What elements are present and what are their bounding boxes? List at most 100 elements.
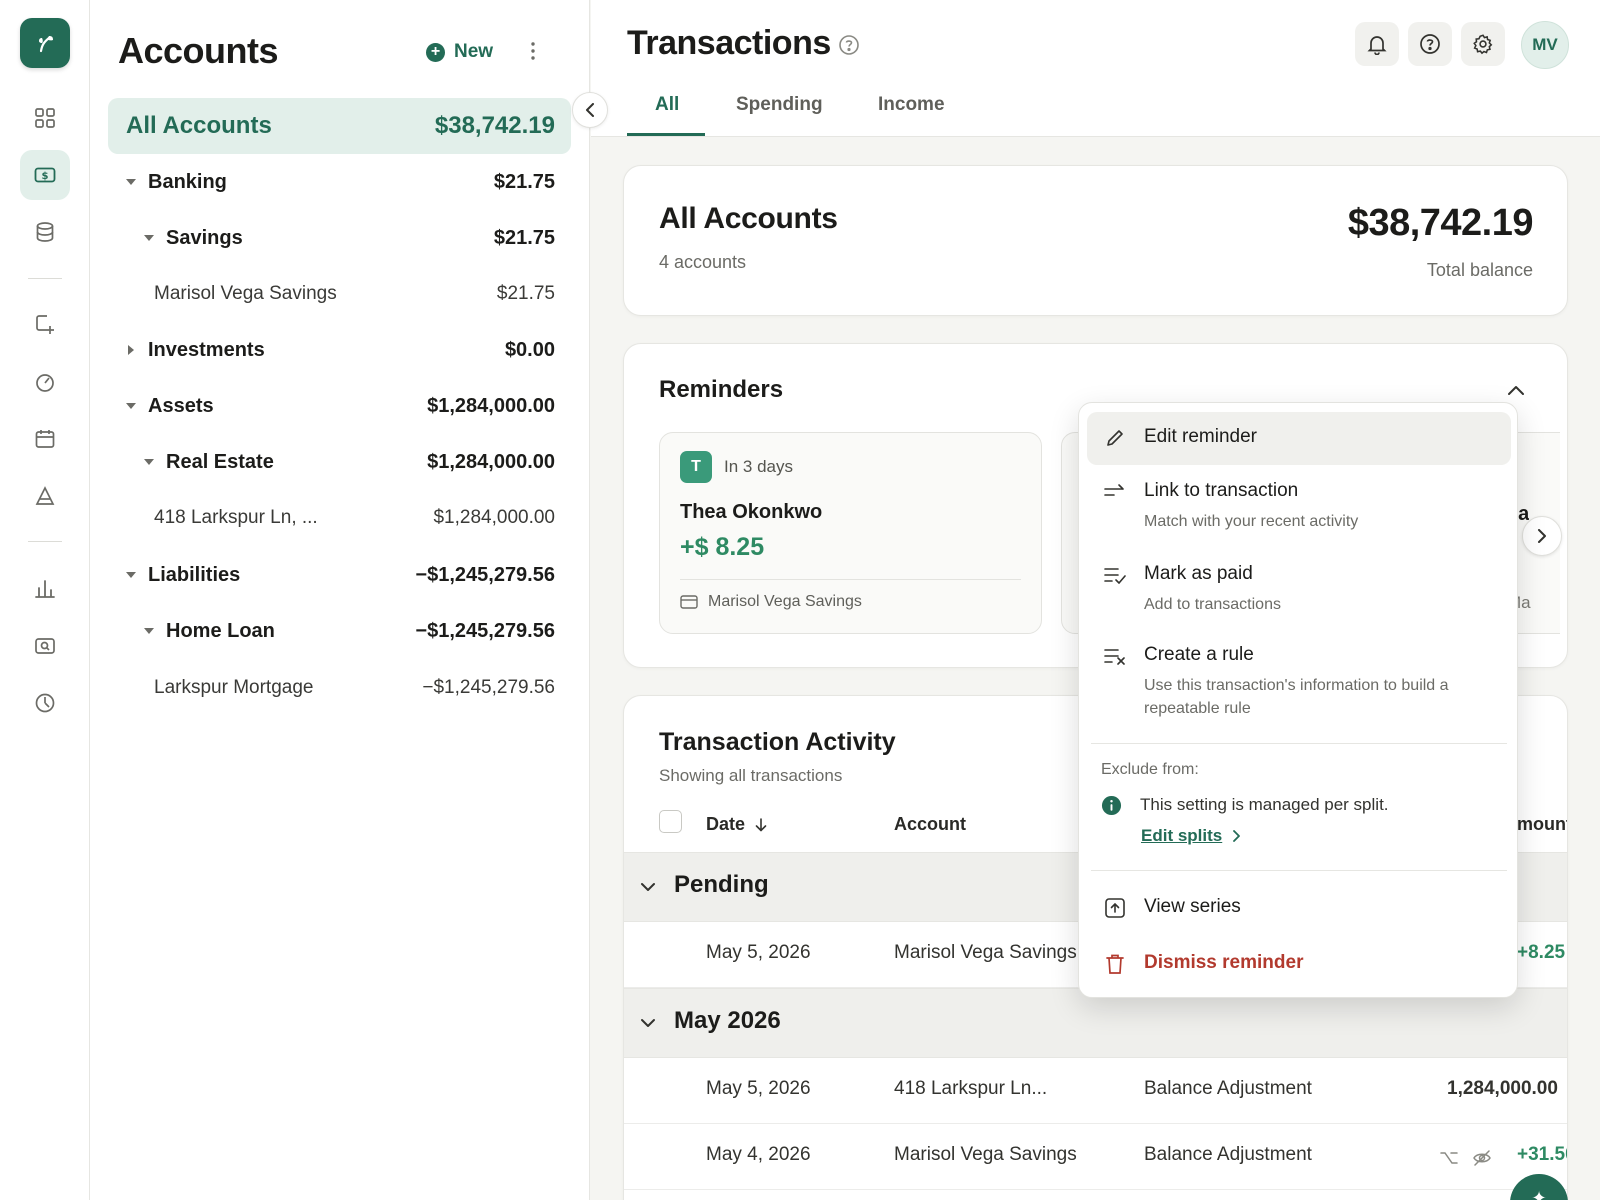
nav-forecast[interactable] <box>20 471 70 521</box>
nav-rail: $ <box>0 0 90 1200</box>
group-header-may-2026[interactable]: May 2026 <box>624 988 1567 1058</box>
caret-right-icon[interactable] <box>124 343 138 357</box>
chevron-up-icon[interactable] <box>1505 380 1527 402</box>
account-group-amount: $0.00 <box>504 338 555 361</box>
select-all-checkbox[interactable] <box>659 810 682 833</box>
total-balance-label: Total balance <box>1426 260 1533 280</box>
reminder-account: Marisol Vega Savings <box>680 593 862 611</box>
collapse-panel-button[interactable] <box>572 92 608 128</box>
nav-reports[interactable] <box>20 563 70 613</box>
caret-down-icon[interactable] <box>124 568 138 582</box>
eye-off-icon[interactable] <box>1472 1150 1492 1166</box>
row-date: May 5, 2026 <box>706 942 811 963</box>
account-group-investments[interactable]: Investments $0.00 <box>108 328 571 372</box>
account-item[interactable]: 418 Larkspur Ln, ... $1,284,000.00 <box>108 496 571 540</box>
row-account: 418 Larkspur Ln... <box>894 1078 1048 1099</box>
menu-item-edit-reminder[interactable]: Edit reminder <box>1087 412 1511 465</box>
reminder-card[interactable]: T In 3 days Thea Okonkwo +$ 8.25 Marisol… <box>659 432 1042 634</box>
menu-item-label: Edit reminder <box>1144 426 1257 447</box>
menu-item-mark-paid[interactable]: Mark as paid Add to transactions <box>1087 549 1511 627</box>
menu-divider <box>1091 743 1507 744</box>
caret-down-icon[interactable] <box>124 175 138 189</box>
arrow-down-icon <box>755 817 767 831</box>
bell-icon <box>1367 36 1387 55</box>
account-amount: $1,284,000.00 <box>433 507 555 528</box>
balance-summary-card: All Accounts 4 accounts $38,742.19 Total… <box>623 165 1568 316</box>
account-group-assets[interactable]: Assets $1,284,000.00 <box>108 384 571 428</box>
chevron-left-icon <box>586 103 594 117</box>
amount-column-header[interactable]: mount <box>1517 814 1567 835</box>
account-group-savings[interactable]: Savings $21.75 <box>108 216 571 260</box>
help-circle-icon[interactable] <box>838 34 860 56</box>
tab-income[interactable]: Income <box>878 94 945 116</box>
caret-down-icon[interactable] <box>142 231 156 245</box>
all-accounts-amount: $38,742.19 <box>434 112 555 139</box>
nav-goals[interactable] <box>20 357 70 407</box>
account-group-label: Investments <box>148 338 265 361</box>
new-account-button[interactable]: + New <box>426 38 493 66</box>
database-icon <box>36 222 54 242</box>
nav-tags[interactable] <box>20 299 70 349</box>
rail-divider <box>28 541 62 542</box>
row-date: May 4, 2026 <box>706 1144 811 1165</box>
reminder-due: In 3 days <box>724 457 793 476</box>
caret-down-icon[interactable] <box>142 455 156 469</box>
split-icon[interactable] <box>1440 1150 1458 1166</box>
reminders-next-button[interactable] <box>1522 516 1562 556</box>
row-amount: 1,284,000.00 <box>1447 1078 1558 1099</box>
account-item[interactable]: Larkspur Mortgage −$1,245,279.56 <box>108 666 571 710</box>
upload-box-icon <box>1103 896 1127 920</box>
edit-splits-link[interactable]: Edit splits <box>1141 826 1241 846</box>
exclude-from-label: Exclude from: <box>1101 761 1199 778</box>
account-group-banking[interactable]: Banking $21.75 <box>108 160 571 204</box>
menu-item-link-transaction[interactable]: Link to transaction Match with your rece… <box>1087 466 1511 544</box>
account-group-amount: $1,284,000.00 <box>427 394 555 417</box>
table-row[interactable]: May 4, 2026 Marisol Vega Savings Balance… <box>624 1124 1567 1190</box>
account-item[interactable]: Marisol Vega Savings $21.75 <box>108 272 571 316</box>
sprout-icon <box>39 36 53 53</box>
gauge-icon <box>36 374 54 392</box>
row-amount: +31.50 <box>1517 1144 1567 1165</box>
menu-divider <box>1091 870 1507 871</box>
menu-item-view-series[interactable]: View series <box>1087 882 1511 932</box>
notifications-button[interactable] <box>1355 22 1399 66</box>
rail-divider <box>28 278 62 279</box>
caret-down-icon[interactable] <box>142 624 156 638</box>
all-accounts-label: All Accounts <box>126 112 272 139</box>
group-label: Pending <box>674 871 769 898</box>
account-group-label: Liabilities <box>148 563 241 586</box>
app-logo[interactable] <box>20 18 70 68</box>
menu-item-dismiss-reminder[interactable]: Dismiss reminder <box>1087 938 1511 988</box>
reminder-payee: Thea Okonkwo <box>680 501 823 523</box>
nav-calendar[interactable] <box>20 414 70 464</box>
avatar[interactable]: MV <box>1521 21 1569 69</box>
list-check-icon <box>1103 563 1127 587</box>
row-amount: +8.25 <box>1517 942 1566 963</box>
nav-history[interactable] <box>20 678 70 728</box>
chevron-right-icon <box>1233 830 1241 842</box>
help-button[interactable] <box>1408 22 1452 66</box>
clock-icon <box>35 693 55 713</box>
account-column-header[interactable]: Account <box>894 814 966 835</box>
table-row[interactable]: May 5, 2026 418 Larkspur Ln... Balance A… <box>624 1058 1567 1124</box>
account-group-liabilities[interactable]: Liabilities −$1,245,279.56 <box>108 553 571 597</box>
more-options-button[interactable] <box>522 36 544 66</box>
row-payee: Balance Adjustment <box>1144 1144 1312 1165</box>
tab-spending[interactable]: Spending <box>736 94 823 116</box>
nav-accounts[interactable] <box>20 207 70 257</box>
divider <box>680 579 1021 580</box>
nav-search[interactable] <box>20 621 70 671</box>
new-account-label: New <box>454 41 494 62</box>
account-group-home-loan[interactable]: Home Loan −$1,245,279.56 <box>108 609 571 653</box>
menu-item-create-rule[interactable]: Create a rule Use this transaction's inf… <box>1087 630 1511 730</box>
nav-dashboard[interactable] <box>20 93 70 143</box>
tab-all[interactable]: All <box>655 94 679 116</box>
date-column-header[interactable]: Date <box>706 814 767 835</box>
all-accounts-item[interactable]: All Accounts $38,742.19 <box>108 98 571 154</box>
account-group-real-estate[interactable]: Real Estate $1,284,000.00 <box>108 440 571 484</box>
nav-transactions[interactable]: $ <box>20 150 70 200</box>
settings-button[interactable] <box>1461 22 1505 66</box>
caret-down-icon[interactable] <box>124 399 138 413</box>
menu-item-label: View series <box>1144 896 1241 917</box>
bar-chart-icon <box>35 580 55 598</box>
